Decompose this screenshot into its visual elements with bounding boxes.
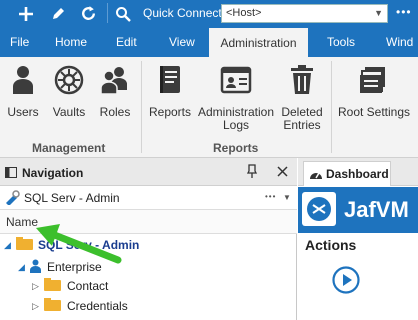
- reports-button[interactable]: Reports: [148, 63, 192, 119]
- administration-logs-button[interactable]: Administration Logs: [198, 63, 274, 132]
- user-icon: [6, 63, 40, 97]
- administration-logs-label: Administration Logs: [197, 105, 275, 132]
- tree-item-label: Contact: [67, 279, 109, 293]
- dashboard-icon: [309, 167, 323, 184]
- dashboard-tabbar: Dashboard: [298, 158, 418, 186]
- report-book-icon: [153, 63, 187, 97]
- host-placeholder: <Host>: [226, 7, 262, 19]
- expanded-arrow-icon[interactable]: ◢: [4, 240, 16, 251]
- roles-icon: [98, 63, 132, 97]
- roles-button[interactable]: Roles: [98, 63, 132, 119]
- quick-access-toolbar: Quick Connect <Host> ▼ •••: [0, 0, 418, 27]
- dashboard-tab-label: Dashboard: [326, 167, 389, 181]
- navigation-header: Navigation: [0, 158, 297, 186]
- toolbar-separator: [107, 3, 108, 23]
- tree-item-contact[interactable]: ▷ Contact: [32, 276, 108, 296]
- tab-file[interactable]: File: [10, 27, 29, 57]
- collapsed-arrow-icon[interactable]: ▷: [32, 301, 44, 312]
- tab-view[interactable]: View: [169, 27, 195, 57]
- reports-label: Reports: [148, 105, 192, 119]
- more-options-icon[interactable]: •••: [396, 5, 412, 19]
- folder-icon: [44, 278, 61, 294]
- datasource-icon: [5, 190, 20, 208]
- host-input[interactable]: <Host> ▼: [221, 4, 388, 23]
- group-separator: [141, 61, 142, 153]
- navigation-title: Navigation: [22, 166, 84, 180]
- pin-icon[interactable]: [246, 164, 258, 181]
- vault-icon: [52, 63, 86, 97]
- collapsed-arrow-icon[interactable]: ▷: [32, 281, 44, 292]
- datasource-selector[interactable]: SQL Serv - Admin ••• ▼: [0, 186, 297, 210]
- navigation-pane-icon: [5, 167, 17, 181]
- roles-label: Roles: [99, 105, 131, 119]
- folder-icon: [44, 298, 61, 314]
- ribbon-panel: Users Vaults Roles Management Reports Ad…: [0, 57, 418, 158]
- logs-icon: [219, 63, 253, 97]
- datasource-more-icon[interactable]: •••: [265, 192, 276, 201]
- datasource-name: SQL Serv - Admin: [24, 191, 120, 205]
- vaults-label: Vaults: [52, 105, 86, 119]
- chevron-down-icon[interactable]: ▼: [374, 8, 383, 18]
- play-icon[interactable]: [332, 266, 360, 294]
- root-settings-icon: [357, 63, 391, 97]
- vaults-button[interactable]: Vaults: [52, 63, 86, 119]
- dashboard-banner: JafVM: [298, 187, 418, 233]
- tree-item-credentials[interactable]: ▷ Credentials: [32, 296, 128, 316]
- users-label: Users: [7, 105, 39, 119]
- refresh-icon[interactable]: [76, 2, 100, 25]
- root-settings-label: Root Settings: [337, 105, 411, 119]
- tab-home[interactable]: Home: [55, 27, 87, 57]
- add-icon[interactable]: [14, 2, 38, 25]
- trash-icon: [285, 63, 319, 97]
- annotation-arrow-icon: [36, 224, 122, 264]
- actions-heading: Actions: [305, 237, 357, 253]
- tree-item-label: Credentials: [67, 299, 128, 313]
- users-button[interactable]: Users: [6, 63, 40, 119]
- entry-title: JafVM: [344, 197, 409, 222]
- quick-connect-label: Quick Connect: [143, 6, 222, 20]
- search-icon[interactable]: [111, 2, 135, 25]
- close-icon[interactable]: [277, 166, 288, 180]
- tab-edit[interactable]: Edit: [116, 27, 137, 57]
- group-separator: [331, 61, 332, 153]
- deleted-entries-button[interactable]: Deleted Entries: [280, 63, 324, 132]
- root-settings-button[interactable]: Root Settings: [337, 63, 411, 119]
- tab-window[interactable]: Wind: [386, 27, 413, 57]
- chevron-down-icon[interactable]: ▼: [283, 193, 291, 202]
- tab-tools[interactable]: Tools: [327, 27, 355, 57]
- tab-administration[interactable]: Administration: [209, 28, 308, 57]
- ribbon-tabs: File Home Edit View Administration Tools…: [0, 27, 418, 57]
- tab-dashboard[interactable]: Dashboard: [303, 161, 391, 186]
- expanded-arrow-icon[interactable]: ◢: [18, 262, 30, 273]
- edit-pencil-icon[interactable]: [46, 2, 70, 25]
- remote-session-icon: [302, 192, 336, 226]
- deleted-entries-label: Deleted Entries: [281, 105, 323, 132]
- management-group-label: Management: [32, 141, 106, 155]
- reports-group-label: Reports: [213, 141, 259, 155]
